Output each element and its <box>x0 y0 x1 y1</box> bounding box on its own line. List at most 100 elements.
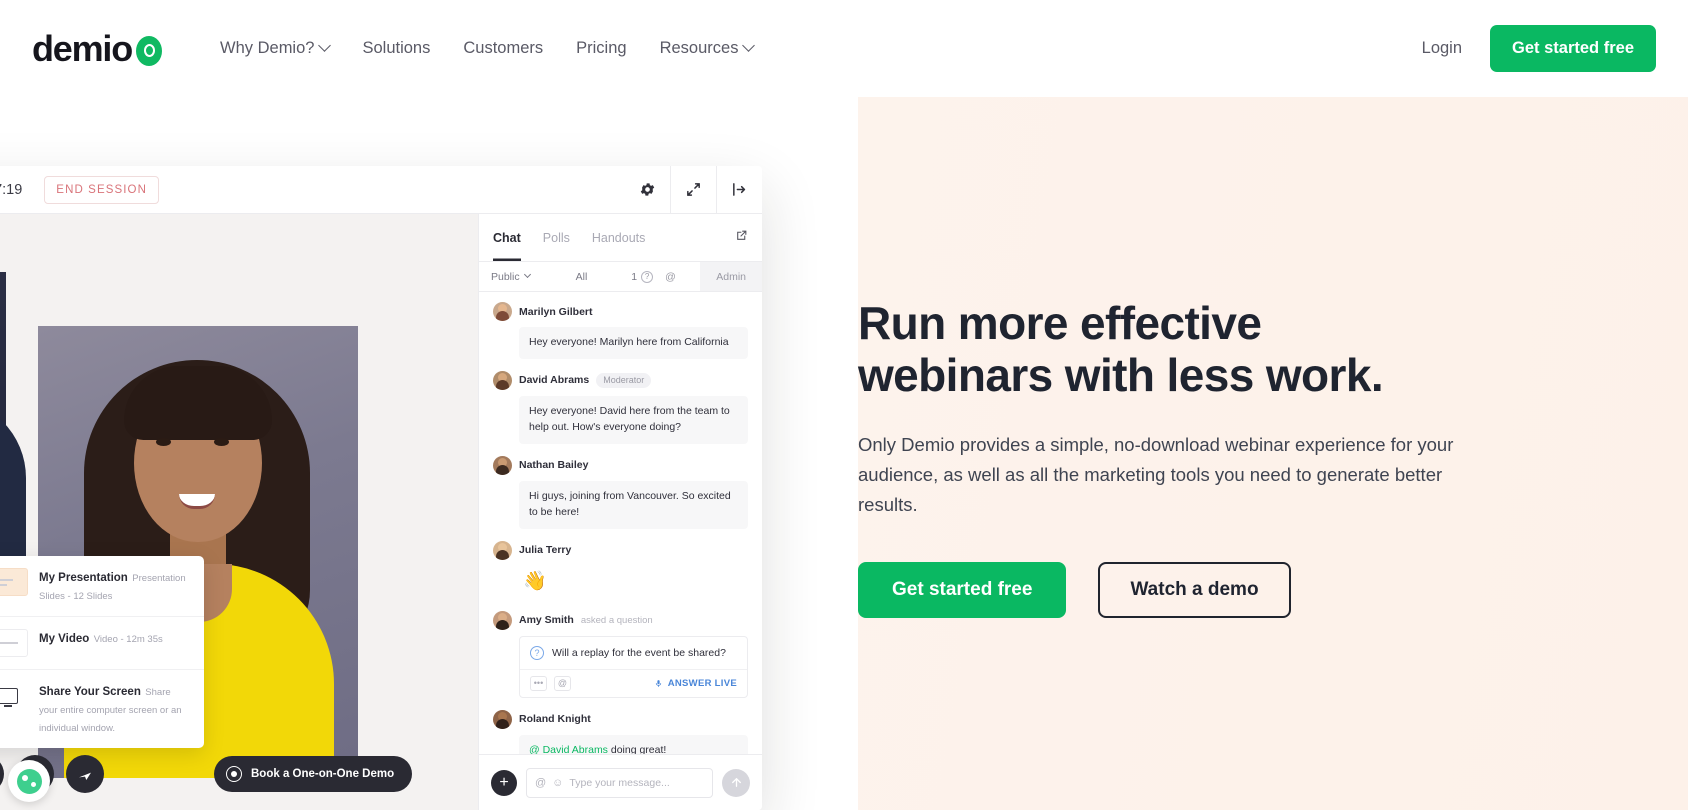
login-link[interactable]: Login <box>1422 39 1462 58</box>
answer-live-label: ANSWER LIVE <box>668 678 737 689</box>
message-text: Hey everyone! David here from the team t… <box>519 396 748 444</box>
main-navigation: Why Demio? Solutions Customers Pricing R… <box>220 39 753 58</box>
slide-thumbnail-icon <box>0 568 28 596</box>
chat-text-input[interactable] <box>569 777 704 789</box>
session-timer: 47:19 <box>0 182 22 198</box>
chat-tabs: Chat Polls Handouts <box>479 214 762 262</box>
emoji-icon[interactable]: ☺ <box>552 777 563 789</box>
chevron-down-icon <box>319 39 332 52</box>
at-icon[interactable]: @ <box>554 676 571 691</box>
chat-filter-all[interactable]: All <box>576 271 588 283</box>
message-author: Julia Terry <box>519 544 571 556</box>
avatar <box>493 611 512 630</box>
nav-item-pricing[interactable]: Pricing <box>576 39 626 58</box>
demio-logo[interactable]: demio <box>32 28 162 70</box>
share-screen-icon[interactable] <box>66 755 104 793</box>
tab-chat[interactable]: Chat <box>493 214 521 261</box>
ellipsis-icon[interactable]: ••• <box>530 676 547 691</box>
collapse-panel-icon[interactable] <box>716 166 762 213</box>
page-title: Run more effective webinars with less wo… <box>858 297 1438 402</box>
chat-message: Marilyn Gilbert Hey everyone! Marilyn he… <box>479 302 762 359</box>
message-author: Nathan Bailey <box>519 459 588 471</box>
avatar <box>493 456 512 475</box>
app-body: My Presentation Presentation Slides - 12… <box>0 214 762 810</box>
chat-filter-bar: Public All 1 ? @ Admin <box>479 262 762 292</box>
header-actions: Login Get started free <box>1422 25 1656 72</box>
chat-input-bar: + @ ☺ <box>479 754 762 810</box>
video-thumbnail-icon <box>0 629 28 657</box>
chat-message: Julia Terry 👋 <box>479 541 762 599</box>
chat-scope-label: Public <box>491 271 520 283</box>
avatar <box>493 302 512 321</box>
expand-icon[interactable] <box>670 166 716 213</box>
at-icon[interactable]: @ <box>535 777 546 789</box>
hero-subtitle: Only Demio provides a simple, no-downloa… <box>858 430 1458 520</box>
question-text: Will a replay for the event be shared? <box>552 647 726 659</box>
chat-panel: Chat Polls Handouts Public All 1 ? <box>478 214 762 810</box>
hero-watch-demo-button[interactable]: Watch a demo <box>1098 562 1290 618</box>
nav-item-resources[interactable]: Resources <box>660 39 754 58</box>
message-meta: asked a question <box>581 615 653 626</box>
chat-question-message: Amy Smith asked a question ? Will a repl… <box>479 611 762 698</box>
pop-out-icon[interactable] <box>735 229 748 247</box>
gear-icon[interactable] <box>624 166 670 213</box>
at-icon[interactable]: @ <box>665 271 676 283</box>
share-option-video[interactable]: My Video Video - 12m 35s <box>0 617 204 670</box>
chat-question-count[interactable]: 1 ? <box>631 271 653 283</box>
hero-section: 47:19 END SESSION <box>0 97 1688 810</box>
mention-link[interactable]: @ David Abrams <box>529 744 608 754</box>
demio-leaf-icon <box>136 36 162 66</box>
stage-control-bar: Book a One-on-One Demo <box>0 738 478 810</box>
message-text: @ David Abrams doing great! <box>519 735 748 754</box>
nav-label: Why Demio? <box>220 39 314 58</box>
microphone-icon[interactable] <box>0 755 4 793</box>
get-started-free-button[interactable]: Get started free <box>1490 25 1656 72</box>
send-arrow-icon[interactable] <box>722 769 750 797</box>
site-header: demio Why Demio? Solutions Customers Pri… <box>0 0 1688 97</box>
end-session-button[interactable]: END SESSION <box>44 176 159 204</box>
message-author: Roland Knight <box>519 713 591 725</box>
nav-label: Customers <box>463 39 543 58</box>
share-option-presentation[interactable]: My Presentation Presentation Slides - 12… <box>0 556 204 617</box>
nav-label: Pricing <box>576 39 626 58</box>
share-option-desc: Video - 12m 35s <box>94 634 163 645</box>
book-demo-button[interactable]: Book a One-on-One Demo <box>214 756 412 792</box>
video-stage: My Presentation Presentation Slides - 12… <box>0 214 478 810</box>
chat-message: Roland Knight @ David Abrams doing great… <box>479 710 762 754</box>
chat-message-list[interactable]: Marilyn Gilbert Hey everyone! Marilyn he… <box>479 292 762 754</box>
message-text: Hi guys, joining from Vancouver. So exci… <box>519 481 748 529</box>
message-author: Amy Smith <box>519 614 574 626</box>
monitor-icon <box>0 682 28 710</box>
answer-live-button[interactable]: ANSWER LIVE <box>654 678 737 689</box>
hero-get-started-button[interactable]: Get started free <box>858 562 1066 618</box>
nav-item-customers[interactable]: Customers <box>463 39 543 58</box>
microphone-icon <box>654 678 663 689</box>
tab-handouts[interactable]: Handouts <box>592 214 646 261</box>
message-author: Marilyn Gilbert <box>519 306 593 318</box>
logo-text: demio <box>32 28 132 70</box>
topbar-icon-group <box>624 166 762 213</box>
hero-cta-group: Get started free Watch a demo <box>858 562 1498 618</box>
tab-polls[interactable]: Polls <box>543 214 570 261</box>
nav-item-why-demio[interactable]: Why Demio? <box>220 39 329 58</box>
question-circle-icon: ? <box>641 271 653 283</box>
share-option-title: Share Your Screen <box>39 686 141 698</box>
message-emoji: 👋 <box>519 566 748 599</box>
share-option-title: My Video <box>39 633 89 645</box>
hero-copy: Run more effective webinars with less wo… <box>858 297 1498 618</box>
chat-scope-dropdown[interactable]: Public <box>479 271 530 283</box>
cookie-consent-icon[interactable] <box>8 760 50 802</box>
chat-filter-admin[interactable]: Admin <box>700 262 762 291</box>
chevron-down-icon <box>743 39 756 52</box>
plus-icon[interactable]: + <box>491 770 517 796</box>
app-topbar: 47:19 END SESSION <box>0 166 762 214</box>
chevron-down-icon <box>524 271 531 278</box>
avatar <box>493 710 512 729</box>
record-dot-icon <box>226 766 242 782</box>
share-option-screen[interactable]: Share Your Screen Share your entire comp… <box>0 670 204 748</box>
message-body: doing great! <box>608 744 666 754</box>
nav-label: Resources <box>660 39 739 58</box>
chat-message-field[interactable]: @ ☺ <box>526 768 713 798</box>
nav-item-solutions[interactable]: Solutions <box>362 39 430 58</box>
avatar <box>493 541 512 560</box>
